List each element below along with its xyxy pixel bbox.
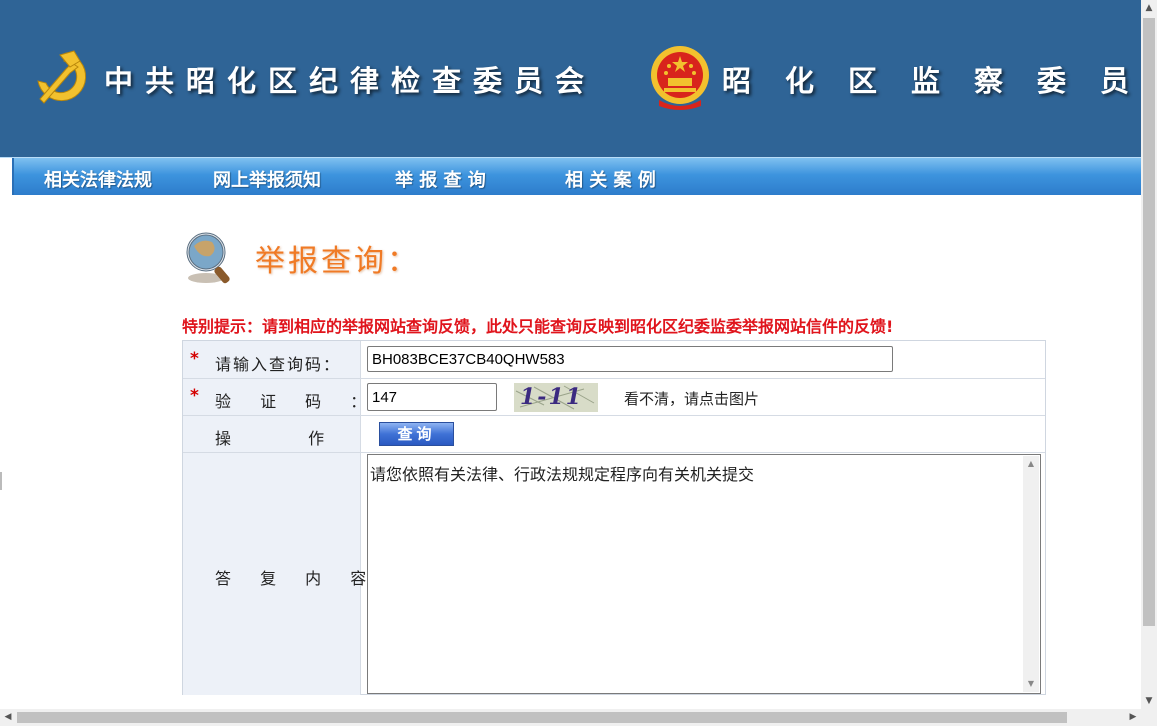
horizontal-scroll-thumb[interactable] (17, 712, 1067, 723)
nav-item-cases[interactable]: 相 关 案 例 (565, 166, 656, 192)
banner-title-right: 昭化区监察委员会 (722, 64, 1141, 98)
scroll-down-icon[interactable]: ▼ (1141, 693, 1157, 709)
query-form: * 请输入查询码： * 验 证 码 ： 1-11 看不清，请点击图片 操 作 ：… (182, 340, 1046, 695)
vertical-scrollbar[interactable]: ▲ ▼ (1141, 0, 1157, 709)
special-notice: 特别提示：请到相应的举报网站查询反馈，此处只能查询反映到昭化区纪委监委举报网站信… (182, 317, 894, 336)
horizontal-scrollbar[interactable]: ◀ ▶ (0, 709, 1157, 726)
form-row-reply: 答 复 内 容 ： 请您依照有关法律、行政法规规定程序向有关机关提交 ▲ ▼ (183, 453, 1045, 695)
nav-bar: 相关法律法规 网上举报须知 举 报 查 询 相 关 案 例 (0, 157, 1141, 195)
header-banner: 中共昭化区纪律检查委员会 昭化区监察委员会 (0, 0, 1141, 157)
form-row-action: 操 作 ： 查询 (183, 416, 1045, 453)
query-button[interactable]: 查询 (379, 422, 454, 446)
form-row-captcha: * 验 证 码 ： 1-11 看不清，请点击图片 (183, 379, 1045, 416)
scroll-up-icon[interactable]: ▲ (1023, 456, 1039, 472)
captcha-label: 验 证 码 ： (215, 392, 379, 411)
captcha-image[interactable]: 1-11 (514, 383, 598, 412)
nav-left-cap (0, 158, 14, 195)
query-code-input[interactable] (367, 346, 893, 372)
label-cell: * 验 证 码 ： (183, 379, 366, 415)
reply-textarea[interactable]: 请您依照有关法律、行政法规规定程序向有关机关提交 ▲ ▼ (367, 454, 1041, 694)
label-cell: 操 作 ： (183, 416, 417, 452)
query-code-label: 请输入查询码： (215, 355, 342, 374)
form-row-query-code: * 请输入查询码： (183, 341, 1045, 379)
label-cell: 答 复 内 容 ： (183, 453, 411, 695)
required-mark: * (190, 386, 199, 406)
side-marker (0, 472, 2, 490)
magnifier-globe-icon (186, 232, 230, 284)
banner-title-left: 中共昭化区纪律检查委员会 (104, 64, 597, 98)
scroll-left-icon[interactable]: ◀ (0, 709, 16, 725)
vertical-scroll-thumb[interactable] (1143, 18, 1155, 626)
scroll-right-icon[interactable]: ▶ (1125, 709, 1141, 725)
captcha-input[interactable] (367, 383, 497, 411)
scroll-up-icon[interactable]: ▲ (1141, 0, 1157, 16)
national-emblem-icon (651, 46, 709, 110)
label-cell: * 请输入查询码： (183, 341, 361, 378)
nav-item-guidelines[interactable]: 网上举报须知 (213, 166, 321, 192)
nav-item-report-query[interactable]: 举 报 查 询 (395, 166, 486, 192)
nav-item-laws[interactable]: 相关法律法规 (44, 166, 152, 192)
reply-scrollbar[interactable]: ▲ ▼ (1023, 456, 1039, 692)
scroll-down-icon[interactable]: ▼ (1023, 676, 1039, 692)
page-title: 举报查询： (255, 244, 420, 279)
captcha-text: 1-11 (520, 384, 584, 410)
reply-content: 请您依照有关法律、行政法规规定程序向有关机关提交 (370, 465, 755, 484)
party-emblem-icon (37, 50, 87, 104)
required-mark: * (190, 349, 199, 369)
captcha-refresh-hint[interactable]: 看不清，请点击图片 (624, 388, 759, 409)
